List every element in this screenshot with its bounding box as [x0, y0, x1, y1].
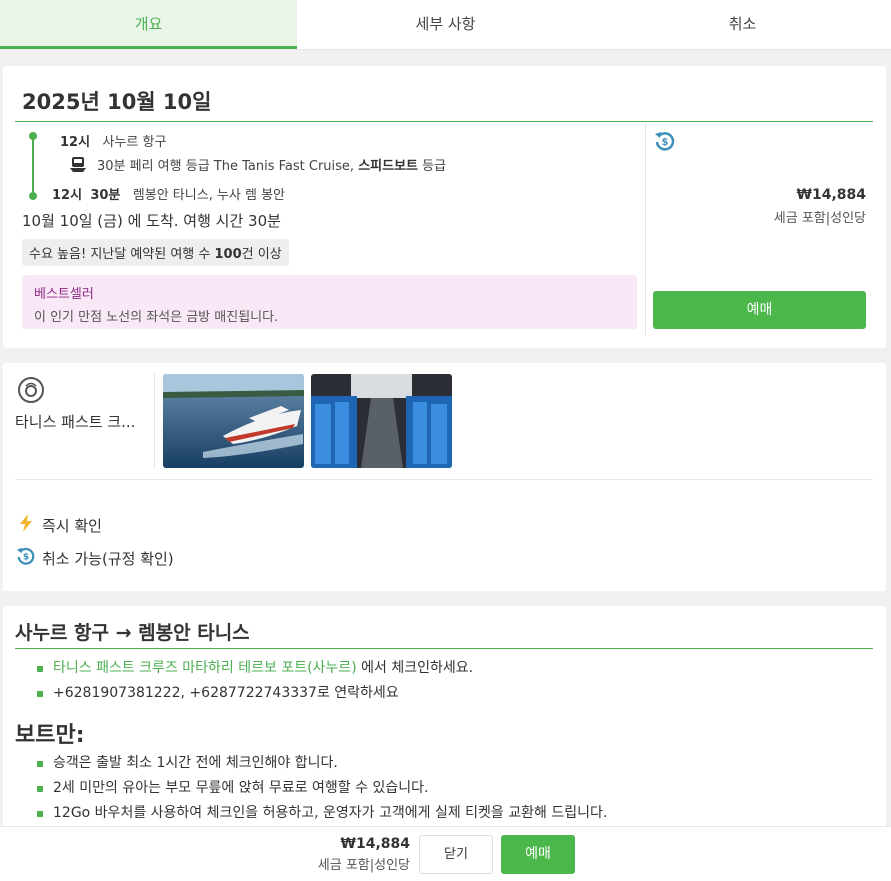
operator-card: 타니스 패스트 크... 즉시 확인 $ 취소 가능(규정 확인): [3, 363, 886, 591]
demand-count: 100: [214, 247, 242, 262]
section-heading: 보트만:: [15, 723, 85, 748]
arrival-row: 12시 30분 렘봉안 타니스, 누사 렘 봉안: [52, 184, 285, 203]
refund-icon: $: [16, 546, 42, 570]
ferry-info-class: 스피드보트: [358, 159, 418, 174]
arrival-place: 렘봉안 타니스, 누사 렘 봉안: [132, 188, 286, 203]
price-box: ₩14,884 세금 포함|성인당: [774, 187, 866, 226]
bottom-price-note: 세금 포함|성인당: [317, 858, 410, 873]
route-card: 사누르 항구 → 렘봉안 타니스 타니스 패스트 크루즈 마타하리 테르보 포트…: [3, 606, 886, 836]
divider: [15, 479, 873, 480]
trip-card: 2025년 10월 10일 12시 사누르 항구 30분 페리 여행 등급 Th…: [3, 66, 886, 348]
checkin-list: 타니스 패스트 크루즈 마타하리 테르보 포트(사누르) 에서 체크인하세요. …: [37, 656, 473, 706]
timeline-dot-end: [29, 192, 37, 200]
lightning-icon: [16, 513, 42, 537]
svg-text:$: $: [23, 553, 29, 563]
departure-time: 12시: [60, 135, 91, 150]
list-item: 승객은 출발 최소 1시간 전에 체크인해야 합니다.: [37, 751, 607, 776]
route-title: 사누르 항구 → 렘봉안 타니스: [15, 622, 250, 644]
arrival-hour: 12시: [52, 188, 83, 203]
timeline-dot-start: [29, 132, 37, 140]
operator-name[interactable]: 타니스 패스트 크...: [15, 411, 135, 432]
ferry-info-suffix: 등급: [422, 159, 447, 174]
bottom-price: ₩14,884: [340, 836, 410, 852]
arrival-summary: 10월 10일 (금) 에 도착. 여행 시간 30분: [22, 212, 281, 230]
list-item: 12Go 바우처를 사용하여 체크인을 허용하고, 운영자가 고객에게 실제 티…: [37, 801, 607, 826]
divider: [15, 648, 873, 649]
list-item: +6281907381222, +6287722743337로 연락하세요: [37, 681, 473, 706]
checkin-suffix: 에서 체크인하세요.: [356, 660, 474, 676]
bestseller-box: 베스트셀러 이 인기 만점 노선의 좌석은 금방 매진됩니다.: [22, 275, 637, 329]
book-button[interactable]: 예매: [653, 291, 866, 329]
arrival-minute: 30분: [90, 188, 121, 203]
bottom-bar: ₩14,884 세금 포함|성인당 닫기 예매: [0, 826, 891, 881]
demand-badge: 수요 높음! 지난달 예약된 여행 수 100건 이상: [22, 239, 289, 266]
price: ₩14,884: [796, 187, 866, 203]
feature-label: 즉시 확인: [42, 516, 102, 535]
tab-bar: 개요 세부 사항 취소: [0, 0, 891, 50]
bottom-book-button[interactable]: 예매: [501, 835, 575, 874]
departure-row: 12시 사누르 항구: [60, 131, 166, 150]
ferry-info-prefix: 30분 페리 여행 등급 The Tanis Fast Cruise,: [97, 159, 355, 174]
demand-prefix: 수요 높음! 지난달 예약된 여행 수: [29, 247, 211, 262]
bestseller-text: 이 인기 만점 노선의 좌석은 금방 매진됩니다.: [34, 310, 279, 325]
tab-overview[interactable]: 개요: [0, 0, 297, 49]
feature-cancellable: $ 취소 가능(규정 확인): [16, 546, 174, 570]
list-item: 타니스 패스트 크루즈 마타하리 테르보 포트(사누르) 에서 체크인하세요.: [37, 656, 473, 681]
cabin-photo[interactable]: [311, 374, 452, 468]
price-note: 세금 포함|성인당: [773, 211, 866, 226]
list-item: 2세 미만의 유아는 부모 무릎에 앉혀 무료로 여행할 수 있습니다.: [37, 776, 607, 801]
timeline-line: [32, 136, 34, 196]
divider: [15, 121, 873, 122]
refund-icon[interactable]: $: [654, 130, 676, 152]
divider: [154, 373, 155, 469]
close-button[interactable]: 닫기: [419, 835, 493, 874]
bestseller-title: 베스트셀러: [34, 287, 94, 302]
operator-logo: [18, 377, 44, 403]
tab-details[interactable]: 세부 사항: [297, 0, 594, 49]
departure-place: 사누르 항구: [102, 135, 167, 150]
tab-cancellation[interactable]: 취소: [594, 0, 891, 49]
svg-text:$: $: [662, 137, 669, 148]
boat-info-list: 승객은 출발 최소 1시간 전에 체크인해야 합니다. 2세 미만의 유아는 부…: [37, 751, 607, 826]
feature-instant-confirmation: 즉시 확인: [16, 513, 102, 537]
trip-date: 2025년 10월 10일: [22, 90, 212, 114]
checkin-location-link[interactable]: 타니스 패스트 크루즈 마타하리 테르보 포트(사누르): [53, 660, 357, 676]
demand-suffix: 건 이상: [241, 247, 282, 262]
bottom-price-box: ₩14,884 세금 포함|성인당: [318, 836, 410, 873]
ferry-info-row: 30분 페리 여행 등급 The Tanis Fast Cruise, 스피드보…: [69, 155, 446, 174]
feature-label: 취소 가능(규정 확인): [42, 549, 174, 568]
divider: [645, 123, 646, 336]
boat-photo[interactable]: [163, 374, 304, 468]
ferry-icon: [69, 156, 87, 174]
